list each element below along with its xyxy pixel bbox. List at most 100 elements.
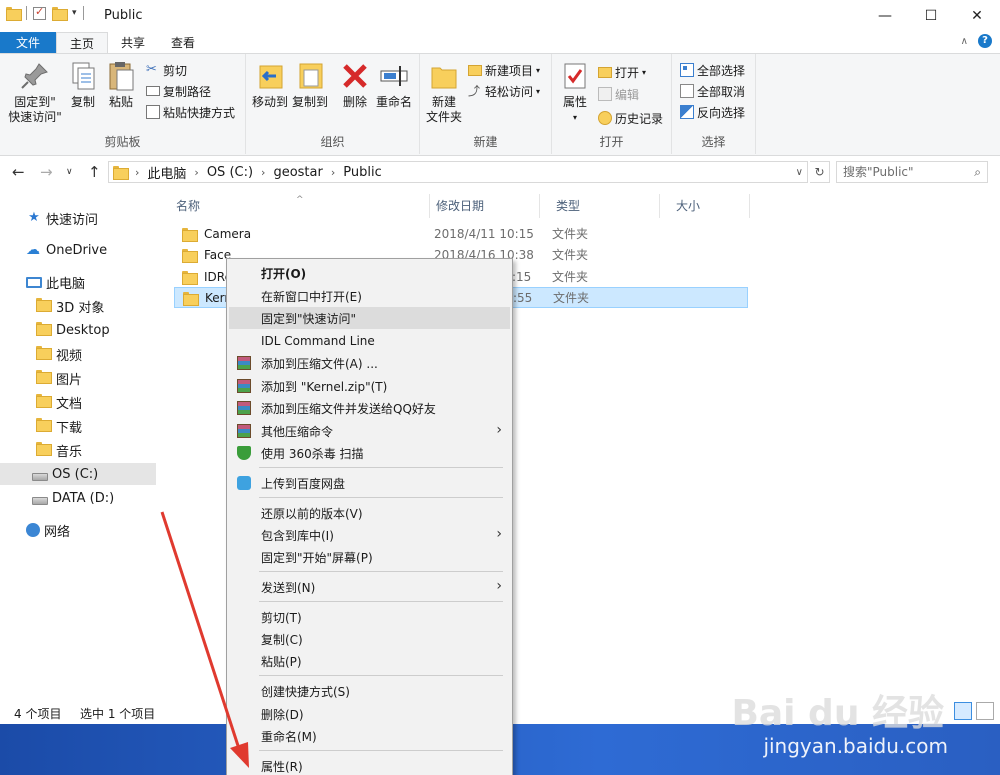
- qat-dropdown-icon[interactable]: ▾: [72, 8, 77, 18]
- cut-button[interactable]: ✂ 剪切: [146, 60, 187, 80]
- tab-home[interactable]: 主页: [56, 32, 109, 54]
- paste-button[interactable]: 粘贴: [104, 60, 138, 110]
- menu-other-compress[interactable]: 其他压缩命令 ›: [229, 420, 510, 442]
- nav-drive-d[interactable]: DATA (D:): [0, 487, 156, 509]
- nav-music[interactable]: 音乐: [0, 439, 156, 461]
- table-row[interactable]: Camera 2018/4/11 10:15 文件夹: [174, 223, 748, 244]
- copy-to-icon: [294, 60, 326, 92]
- select-none-button[interactable]: 全部取消: [680, 81, 745, 101]
- nav-3d-objects[interactable]: 3D 对象: [0, 295, 156, 317]
- menu-add-to-archive[interactable]: 添加到压缩文件(A) ...: [229, 352, 510, 374]
- nav-onedrive[interactable]: ☁ OneDrive: [0, 239, 156, 261]
- breadcrumb-this-pc[interactable]: 此电脑: [147, 163, 186, 182]
- details-view-button[interactable]: [954, 702, 972, 720]
- column-date[interactable]: 修改日期: [420, 194, 540, 218]
- search-input[interactable]: 搜索"Public" ⌕: [836, 161, 988, 183]
- recent-dropdown-icon[interactable]: ∨: [66, 167, 73, 177]
- breadcrumb-public[interactable]: Public: [343, 165, 381, 180]
- pin-quick-access-button[interactable]: 固定到" 快速访问": [6, 60, 64, 125]
- nav-pictures[interactable]: 图片: [0, 367, 156, 389]
- menu-label: 属性(R): [261, 759, 303, 774]
- up-button[interactable]: ↑: [88, 163, 101, 181]
- move-to-button[interactable]: 移动到: [250, 60, 290, 110]
- edit-button[interactable]: 编辑: [598, 84, 639, 104]
- tab-file[interactable]: 文件: [0, 32, 57, 54]
- menu-archive-send-qq[interactable]: 添加到压缩文件并发送给QQ好友: [229, 397, 510, 419]
- copy-to-button[interactable]: 复制到: [290, 60, 330, 110]
- menu-copy[interactable]: 复制(C): [229, 628, 510, 650]
- menu-upload-baidu[interactable]: 上传到百度网盘: [229, 472, 510, 494]
- paste-shortcut-button[interactable]: 粘贴快捷方式: [146, 102, 235, 122]
- breadcrumb-geostar[interactable]: geostar: [273, 165, 322, 180]
- nav-documents[interactable]: 文档: [0, 391, 156, 413]
- menu-send-to[interactable]: 发送到(N) ›: [229, 576, 510, 598]
- new-folder-icon[interactable]: [52, 7, 68, 21]
- select-all-button[interactable]: 全部选择: [680, 60, 745, 80]
- nav-drive-c[interactable]: OS (C:): [0, 463, 156, 485]
- copy-button[interactable]: 复制: [66, 60, 100, 110]
- large-icons-view-button[interactable]: [976, 702, 994, 720]
- tab-view[interactable]: 查看: [158, 32, 208, 54]
- menu-cut[interactable]: 剪切(T): [229, 606, 510, 628]
- chevron-right-icon[interactable]: ›: [261, 166, 265, 179]
- properties-check-icon[interactable]: [33, 5, 46, 20]
- menu-pin-quick-access[interactable]: 固定到"快速访问": [229, 307, 510, 329]
- nav-this-pc[interactable]: 此电脑: [0, 271, 156, 293]
- ribbon-collapse-icon[interactable]: ∧: [961, 36, 968, 47]
- column-name[interactable]: ^ 名称: [160, 194, 430, 218]
- easy-access-button[interactable]: ⤴ 轻松访问 ▾: [468, 81, 540, 101]
- menu-label: 添加到 "Kernel.zip"(T): [261, 379, 388, 394]
- nav-videos[interactable]: 视频: [0, 343, 156, 365]
- menu-delete[interactable]: 删除(D): [229, 703, 510, 725]
- maximize-button[interactable]: ☐: [908, 0, 954, 32]
- folder-icon: [36, 442, 52, 456]
- properties-button[interactable]: 属性 ▾: [558, 60, 592, 125]
- history-button[interactable]: 历史记录: [598, 108, 663, 128]
- menu-360-scan[interactable]: 使用 360杀毒 扫描: [229, 442, 510, 464]
- invert-selection-button[interactable]: 反向选择: [680, 102, 745, 122]
- menu-add-to-kernel-zip[interactable]: 添加到 "Kernel.zip"(T): [229, 375, 510, 397]
- address-path[interactable]: › 此电脑 › OS (C:) › geostar › Public ∨: [108, 161, 808, 183]
- chevron-right-icon[interactable]: ›: [194, 166, 198, 179]
- breadcrumb-drive[interactable]: OS (C:): [207, 165, 253, 180]
- search-icon[interactable]: ⌕: [974, 162, 981, 182]
- delete-label: 删除: [342, 95, 367, 109]
- column-type[interactable]: 类型: [540, 194, 660, 218]
- chevron-right-icon[interactable]: ›: [135, 166, 139, 179]
- menu-create-shortcut[interactable]: 创建快捷方式(S): [229, 680, 510, 702]
- menu-pin-start[interactable]: 固定到"开始"屏幕(P): [229, 546, 510, 568]
- open-button[interactable]: 打开 ▾: [598, 62, 646, 82]
- close-button[interactable]: ✕: [954, 0, 1000, 32]
- new-item-button[interactable]: 新建项目 ▾: [468, 60, 540, 80]
- nav-quick-access[interactable]: ★ 快速访问: [0, 207, 156, 229]
- chevron-right-icon[interactable]: ›: [331, 166, 335, 179]
- folder-icon: [182, 270, 198, 285]
- back-button[interactable]: ←: [12, 163, 25, 181]
- column-size[interactable]: 大小: [660, 194, 750, 218]
- menu-idl-command-line[interactable]: IDL Command Line: [229, 330, 510, 352]
- invert-selection-icon: [680, 105, 694, 119]
- menu-open-new-window[interactable]: 在新窗口中打开(E): [229, 285, 510, 307]
- menu-properties[interactable]: 属性(R): [229, 755, 510, 775]
- menu-restore-versions[interactable]: 还原以前的版本(V): [229, 502, 510, 524]
- folder-icon: [182, 227, 198, 242]
- delete-button[interactable]: 删除: [338, 60, 372, 110]
- tab-share[interactable]: 共享: [108, 32, 158, 54]
- forward-button[interactable]: →: [40, 163, 53, 181]
- rename-button[interactable]: 重命名: [374, 60, 414, 110]
- navigation-pane: ★ 快速访问 ☁ OneDrive 此电脑 3D 对象 Desktop 视频 图…: [0, 190, 156, 700]
- copy-path-button[interactable]: 复制路径: [146, 81, 211, 101]
- menu-open[interactable]: 打开(O): [229, 262, 510, 284]
- help-icon[interactable]: ?: [978, 34, 992, 48]
- refresh-button[interactable]: ↻: [810, 161, 830, 183]
- menu-rename[interactable]: 重命名(M): [229, 725, 510, 747]
- address-dropdown-icon[interactable]: ∨: [796, 167, 803, 178]
- menu-paste[interactable]: 粘贴(P): [229, 650, 510, 672]
- nav-desktop[interactable]: Desktop: [0, 319, 156, 341]
- minimize-button[interactable]: —: [862, 0, 908, 32]
- nav-network[interactable]: 网络: [0, 519, 156, 541]
- menu-include-library[interactable]: 包含到库中(I) ›: [229, 524, 510, 546]
- new-folder-button[interactable]: 新建 文件夹: [424, 60, 464, 125]
- nav-downloads[interactable]: 下载: [0, 415, 156, 437]
- column-label: 修改日期: [436, 199, 485, 213]
